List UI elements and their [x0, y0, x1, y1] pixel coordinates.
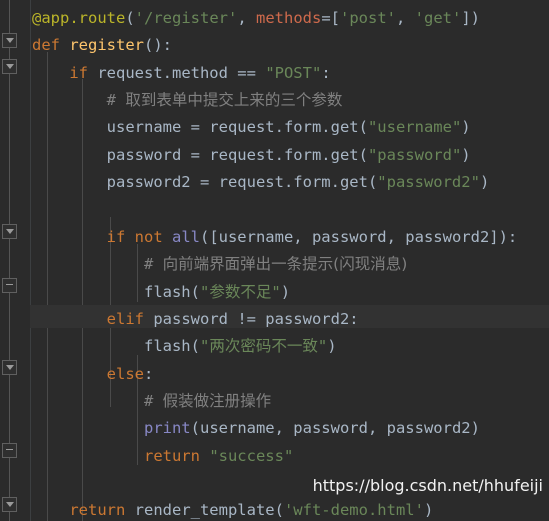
code-line[interactable]: if not all([username, password, password… [32, 227, 518, 247]
token-keyword: if [69, 63, 98, 82]
token-default: flash( [32, 282, 200, 301]
token-decorator: @app.route [32, 9, 126, 27]
token-string: " [317, 337, 328, 356]
token-punct: ) [280, 282, 291, 301]
token-default: request.method == [97, 63, 266, 82]
fold-marker-def-register[interactable] [2, 33, 17, 48]
token-default: render_template( [134, 501, 284, 520]
token-punct: : [321, 63, 331, 82]
code-line[interactable]: password2 = request.form.get("password2"… [32, 172, 490, 192]
fold-marker-return-success[interactable] [2, 443, 17, 458]
token-string: 'wft-demo.html' [283, 501, 424, 520]
token-keyword: def [32, 36, 70, 55]
token-cjk: 两次密码不一致 [209, 337, 318, 356]
token-punct: (): [143, 36, 172, 55]
token-keyword: else [106, 364, 144, 383]
token-string: " [199, 282, 210, 301]
token-punct: ) [461, 145, 471, 164]
code-line[interactable]: if request.method == "POST": [32, 63, 331, 83]
token-punct: , [396, 9, 415, 27]
code-line[interactable]: password = request.form.get("password") [32, 145, 471, 165]
fold-marker-elif-password[interactable] [2, 278, 17, 293]
code-line[interactable]: @app.route('/register', methods=['post',… [32, 8, 480, 28]
token-punct: ) [461, 118, 471, 137]
token-punct: ) [479, 173, 490, 192]
code-line[interactable]: def register(): [32, 35, 172, 55]
token-punct: ( [125, 9, 135, 27]
code-line[interactable]: else: [32, 364, 154, 384]
token-keyword: return [69, 501, 135, 520]
watermark-url: https://blog.csdn.net/hhufeiji [312, 476, 543, 495]
token-param: methods [256, 9, 322, 27]
code-line[interactable]: elif password != password2: [32, 309, 359, 329]
fold-marker-if-not-all[interactable] [2, 224, 17, 239]
code-line[interactable]: # 假装做注册操作 [32, 391, 271, 411]
token-comment: # [143, 391, 163, 410]
token-default [32, 447, 144, 465]
token-default: ([username, password, password2]): [199, 227, 518, 246]
token-builtin: print [143, 419, 191, 438]
token-default [32, 310, 107, 328]
token-default: flash( [32, 337, 200, 356]
token-punct: ) [423, 501, 434, 520]
gutter-separator [30, 0, 31, 521]
editor-text-area[interactable]: @app.route('/register', methods=['post',… [30, 0, 549, 521]
token-comment: # [106, 91, 126, 110]
token-string: 'post' [340, 9, 396, 27]
code-line[interactable]: flash("参数不足") [32, 282, 290, 302]
editor-gutter[interactable] [0, 0, 30, 521]
token-comment: # [143, 255, 163, 274]
token-cjk: 参数不足 [209, 282, 272, 301]
token-string: "POST" [265, 63, 322, 82]
code-line[interactable]: return "success" [32, 446, 293, 466]
token-default: password2 = request.form.get( [32, 173, 378, 192]
token-default: username = request.form.get( [32, 118, 368, 137]
token-string: '/register' [134, 9, 238, 27]
token-cjk-cm: 取到表单中提交上来的三个参数 [125, 91, 343, 110]
token-punct: ]) [461, 9, 481, 27]
token-punct: ) [327, 337, 337, 356]
token-default [32, 392, 144, 410]
code-editor-screenshot: @app.route('/register', methods=['post',… [0, 0, 549, 521]
code-line[interactable]: # 取到表单中提交上来的三个参数 [32, 90, 343, 110]
token-keyword: elif [106, 309, 154, 328]
fold-marker-bottom[interactable] [2, 497, 17, 512]
token-string: 'get' [414, 9, 462, 27]
token-punct: , [237, 9, 256, 27]
token-default [32, 501, 69, 519]
token-string: " [271, 282, 281, 301]
fold-marker-else-branch[interactable] [2, 360, 17, 375]
code-line[interactable]: # 向前端界面弹出一条提示(闪现消息) [32, 254, 407, 274]
code-line[interactable]: return render_template('wft-demo.html') [32, 500, 433, 520]
token-string: "username" [367, 118, 462, 137]
token-default [32, 419, 144, 437]
token-default [32, 255, 144, 273]
code-line[interactable]: print(username, password, password2) [32, 418, 480, 438]
token-default: password = request.form.get( [32, 145, 368, 164]
token-punct: : [143, 364, 154, 383]
token-string: "password" [367, 145, 462, 164]
token-default: password != password2: [153, 309, 359, 328]
token-default: (username, password, password2) [190, 419, 480, 438]
token-punct: =[ [321, 9, 340, 27]
token-string: "success" [209, 446, 294, 465]
token-default [32, 64, 69, 82]
token-string: " [199, 337, 210, 356]
code-line[interactable]: username = request.form.get("username") [32, 117, 471, 137]
token-keyword: if not [106, 227, 172, 246]
token-funcdef: register [69, 36, 144, 55]
token-cjk-cm: 向前端界面弹出一条提示(闪现消息) [162, 255, 408, 274]
token-keyword: return [143, 446, 210, 465]
token-cjk-cm: 假装做注册操作 [162, 391, 272, 410]
token-builtin: all [171, 227, 200, 246]
token-default [32, 365, 107, 383]
code-line[interactable]: flash("两次密码不一致") [32, 336, 337, 356]
token-default [32, 91, 107, 109]
token-string: "password2" [377, 173, 480, 192]
token-default [32, 228, 107, 246]
fold-marker-if-request-method[interactable] [2, 59, 17, 74]
